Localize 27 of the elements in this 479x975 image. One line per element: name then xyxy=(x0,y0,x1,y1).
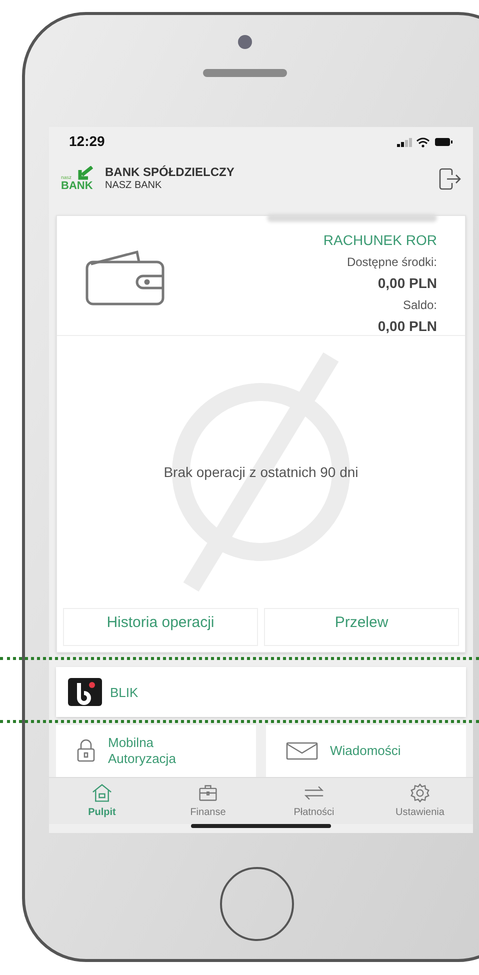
empty-state-text: Brak operacji z ostatnich 90 dni xyxy=(164,462,358,482)
shortcut-tile[interactable]: Mobilna Autoryzacja xyxy=(56,725,256,778)
balance-amount: 0,00 PLN xyxy=(378,317,437,336)
bank-name: BANK SPÓŁDZIELCZY xyxy=(105,165,234,180)
balance-label: Saldo: xyxy=(402,297,437,314)
home-icon xyxy=(91,782,113,803)
envelope-icon xyxy=(286,742,318,760)
briefcase-icon xyxy=(197,782,219,803)
bank-subname: NASZ BANK xyxy=(105,180,163,193)
shortcut-tile[interactable]: Wiadomości xyxy=(266,725,466,778)
blik-logo xyxy=(68,678,102,706)
account-action-button[interactable]: Przelew xyxy=(264,608,459,646)
tab-bar-item[interactable]: Finanse xyxy=(155,778,261,824)
account-name: RACHUNEK ROR xyxy=(323,231,437,250)
status-icons xyxy=(397,136,453,148)
home-button[interactable] xyxy=(220,867,294,941)
settings-icon xyxy=(409,782,431,803)
tab-bar-item[interactable]: Płatności xyxy=(261,778,367,824)
padlock-icon xyxy=(76,739,96,764)
available-label: Dostępne środki: xyxy=(346,254,437,272)
logout-icon[interactable] xyxy=(439,168,461,190)
tab-bar-item[interactable]: Ustawienia xyxy=(367,778,473,824)
blik-button[interactable]: BLIK xyxy=(56,667,466,718)
status-time: 12:29 xyxy=(69,132,105,152)
available-amount: 0,00 PLN xyxy=(378,274,437,294)
account-action-button[interactable]: Historia operacji xyxy=(63,608,258,646)
tab-bar-item[interactable]: Pulpit xyxy=(49,778,155,824)
